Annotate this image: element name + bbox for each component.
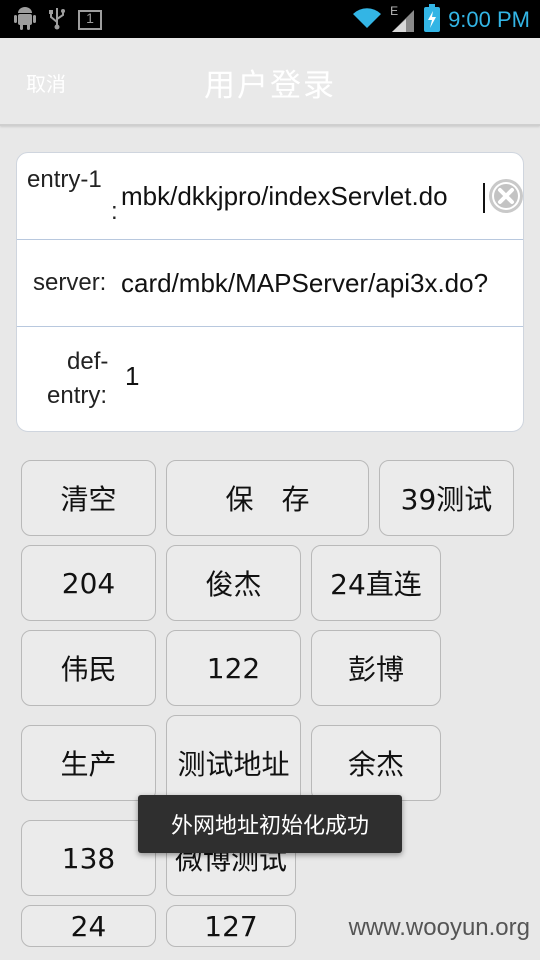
save-button[interactable]: 保 存 xyxy=(166,460,369,536)
weimin-button[interactable]: 伟民 xyxy=(21,630,156,706)
server-127-button[interactable]: 127 xyxy=(166,905,296,947)
server-label: server: xyxy=(33,269,107,296)
close-icon xyxy=(492,182,520,210)
title-bar: 取消 用户登录 xyxy=(0,38,540,126)
junjie-button[interactable]: 俊杰 xyxy=(166,545,301,621)
yujie-button[interactable]: 余杰 xyxy=(311,725,441,801)
text-cursor xyxy=(483,183,485,213)
status-bar-right: E 9:00 PM xyxy=(352,4,530,36)
clock: 9:00 PM xyxy=(448,7,530,32)
android-icon xyxy=(14,6,36,34)
clear-button[interactable]: 清空 xyxy=(21,460,156,536)
server-122-button[interactable]: 122 xyxy=(166,630,301,706)
direct-24-button[interactable]: 24直连 xyxy=(311,545,441,621)
server-204-button[interactable]: 204 xyxy=(21,545,156,621)
entry-1-row: entry-1 : mbk/dkkjpro/indexServlet.do xyxy=(17,153,523,240)
notification-number: 1 xyxy=(86,10,94,26)
status-bar-left: 1 xyxy=(14,6,102,34)
def-entry-row: def- entry: 1 xyxy=(17,327,523,431)
watermark: www.wooyun.org xyxy=(348,914,530,941)
notification-1-icon: 1 xyxy=(78,10,102,30)
toast-message: 外网地址初始化成功 xyxy=(138,795,402,853)
status-bar: 1 E 9:00 PM xyxy=(0,0,540,38)
page-title: 用户登录 xyxy=(204,68,336,104)
def-entry-label-line1: def- xyxy=(67,348,109,375)
entry-1-label: entry-1 xyxy=(27,166,102,193)
signal-icon: E xyxy=(390,4,416,34)
server-24-button[interactable]: 24 xyxy=(21,905,156,947)
server-row: server: card/mbk/MAPServer/api3x.do? xyxy=(17,240,523,327)
server-input[interactable]: card/mbk/MAPServer/api3x.do? xyxy=(121,268,521,299)
clear-text-button[interactable] xyxy=(489,179,523,213)
battery-charging-icon xyxy=(424,4,441,36)
def-entry-label-line2: entry: xyxy=(47,382,108,409)
entry-1-input[interactable]: mbk/dkkjpro/indexServlet.do xyxy=(121,181,487,212)
def-entry-input[interactable]: 1 xyxy=(125,361,505,392)
wifi-icon xyxy=(352,6,382,34)
production-button[interactable]: 生产 xyxy=(21,725,156,801)
test-39-button[interactable]: 39测试 xyxy=(379,460,514,536)
server-config-form: entry-1 : mbk/dkkjpro/indexServlet.do se… xyxy=(16,152,524,432)
usb-icon xyxy=(48,6,66,34)
pengbo-button[interactable]: 彭博 xyxy=(311,630,441,706)
entry-1-label-colon: : xyxy=(111,198,118,225)
server-138-button[interactable]: 138 xyxy=(21,820,156,896)
